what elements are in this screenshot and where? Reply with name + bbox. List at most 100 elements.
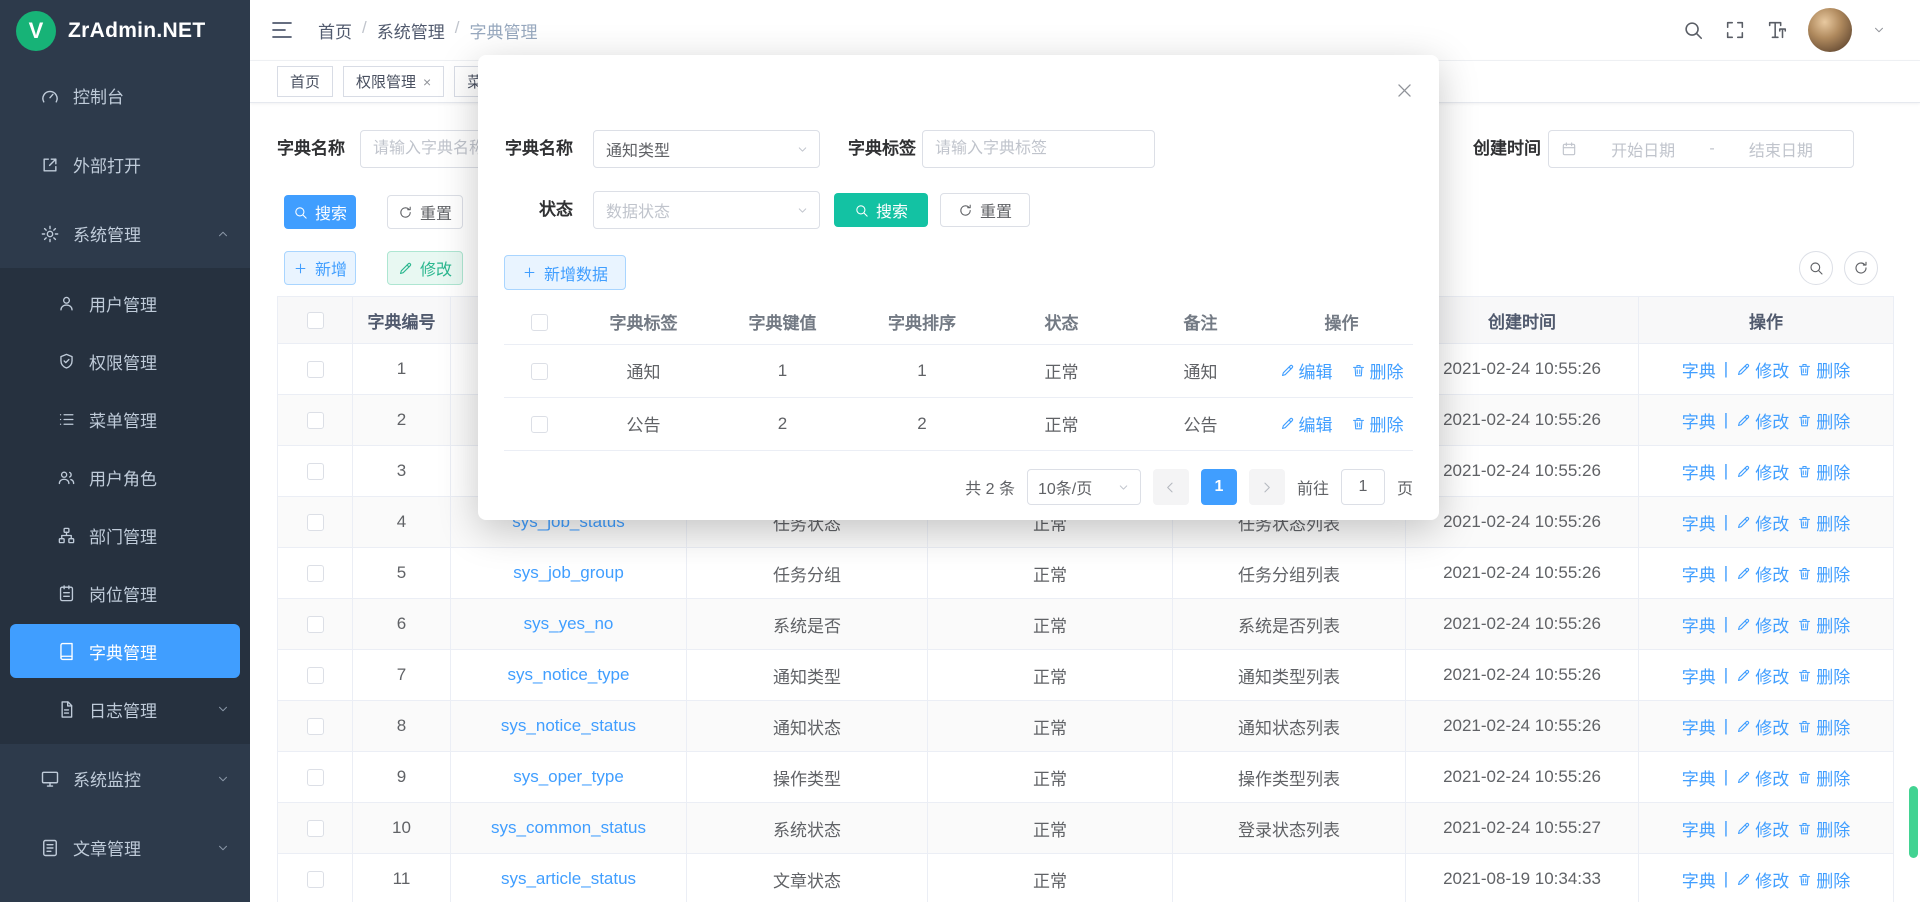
dict-data-link[interactable]: 字典 [1682, 561, 1716, 586]
edit-button[interactable]: 修改 [387, 251, 463, 285]
edit-link[interactable]: 修改 [1736, 816, 1789, 841]
add-button[interactable]: 新增 [284, 251, 356, 285]
scrollbar-thumb[interactable] [1909, 786, 1918, 858]
goto-page-input[interactable] [1341, 469, 1385, 505]
delete-link[interactable]: 删除 [1797, 867, 1850, 892]
row-checkbox[interactable] [307, 463, 324, 480]
row-checkbox[interactable] [531, 416, 548, 433]
sidebar-item-system-monitor[interactable]: 系统监控 [0, 744, 250, 813]
delete-link[interactable]: 删除 [1797, 459, 1850, 484]
user-avatar[interactable] [1808, 8, 1852, 52]
delete-link[interactable]: 删除 [1797, 357, 1850, 382]
date-range-picker[interactable]: 开始日期 - 结束日期 [1548, 130, 1854, 168]
delete-link[interactable]: 删除 [1797, 765, 1850, 790]
delete-link[interactable]: 删除 [1797, 663, 1850, 688]
sidebar-item-user-management[interactable]: 用户管理 [10, 276, 240, 330]
dict-data-link[interactable]: 字典 [1682, 867, 1716, 892]
search-button[interactable]: 搜索 [284, 195, 356, 229]
fullscreen-icon[interactable] [1724, 19, 1746, 41]
modal-reset-button[interactable]: 重置 [940, 193, 1030, 227]
close-icon[interactable] [1395, 81, 1414, 100]
dict-data-link[interactable]: 字典 [1682, 510, 1716, 535]
edit-link[interactable]: 编辑 [1280, 411, 1333, 436]
chevron-down-icon[interactable] [1872, 23, 1886, 37]
dict-data-link[interactable]: 字典 [1682, 765, 1716, 790]
next-page-button[interactable] [1249, 469, 1285, 505]
reset-button[interactable]: 重置 [387, 195, 463, 229]
edit-link[interactable]: 修改 [1736, 561, 1789, 586]
row-checkbox[interactable] [307, 514, 324, 531]
sidebar-item-menu-management[interactable]: 菜单管理 [10, 392, 240, 446]
sidebar-item-user-roles[interactable]: 用户角色 [10, 450, 240, 504]
edit-link[interactable]: 修改 [1736, 357, 1789, 382]
select-all-checkbox[interactable] [531, 314, 548, 331]
sidebar-item-department-management[interactable]: 部门管理 [10, 508, 240, 562]
row-checkbox[interactable] [307, 667, 324, 684]
status-select[interactable]: 数据状态 [593, 191, 820, 229]
sidebar-item-article-management[interactable]: 文章管理 [0, 813, 250, 882]
dict-type-link[interactable]: sys_article_status [501, 869, 636, 889]
breadcrumb-home[interactable]: 首页 [318, 18, 352, 43]
edit-link[interactable]: 修改 [1736, 459, 1789, 484]
dict-name-select[interactable]: 通知类型 [593, 130, 820, 168]
sidebar-item-permission-management[interactable]: 权限管理 [10, 334, 240, 388]
dict-data-link[interactable]: 字典 [1682, 408, 1716, 433]
edit-link[interactable]: 修改 [1736, 663, 1789, 688]
row-checkbox[interactable] [307, 412, 324, 429]
dict-tag-input[interactable] [922, 130, 1155, 168]
delete-link[interactable]: 删除 [1797, 561, 1850, 586]
dict-data-link[interactable]: 字典 [1682, 816, 1716, 841]
delete-link[interactable]: 删除 [1797, 714, 1850, 739]
delete-link[interactable]: 删除 [1797, 612, 1850, 637]
delete-link[interactable]: 删除 [1351, 411, 1404, 436]
row-checkbox[interactable] [307, 361, 324, 378]
delete-link[interactable]: 删除 [1797, 816, 1850, 841]
close-tab-icon[interactable]: × [423, 74, 431, 90]
modal-search-button[interactable]: 搜索 [834, 193, 928, 227]
toggle-search-button[interactable] [1799, 251, 1833, 285]
dict-data-link[interactable]: 字典 [1682, 612, 1716, 637]
page-size-select[interactable]: 10条/页 [1027, 469, 1141, 505]
row-checkbox[interactable] [307, 871, 324, 888]
sidebar-item-dict-management[interactable]: 字典管理 [10, 624, 240, 678]
dict-type-link[interactable]: sys_notice_status [501, 716, 636, 736]
font-size-icon[interactable] [1766, 19, 1788, 41]
row-checkbox[interactable] [307, 718, 324, 735]
tab-permission-management[interactable]: 权限管理 × [343, 66, 444, 97]
dict-type-link[interactable]: sys_notice_type [508, 665, 630, 685]
sidebar-item-log-management[interactable]: 日志管理 [10, 682, 240, 736]
dict-data-link[interactable]: 字典 [1682, 714, 1716, 739]
row-checkbox[interactable] [307, 820, 324, 837]
sidebar-item-external-open[interactable]: 外部打开 [0, 130, 250, 199]
sidebar-item-post-management[interactable]: 岗位管理 [10, 566, 240, 620]
select-all-checkbox[interactable] [307, 312, 324, 329]
tab-home[interactable]: 首页 [277, 66, 333, 97]
dict-type-link[interactable]: sys_yes_no [524, 614, 614, 634]
current-page-button[interactable]: 1 [1201, 469, 1237, 505]
delete-link[interactable]: 删除 [1797, 510, 1850, 535]
dict-type-link[interactable]: sys_common_status [491, 818, 646, 838]
edit-link[interactable]: 修改 [1736, 714, 1789, 739]
edit-link[interactable]: 修改 [1736, 867, 1789, 892]
row-checkbox[interactable] [307, 616, 324, 633]
row-checkbox[interactable] [531, 363, 548, 380]
edit-link[interactable]: 修改 [1736, 765, 1789, 790]
sidebar-item-dashboard[interactable]: 控制台 [0, 61, 250, 130]
prev-page-button[interactable] [1153, 469, 1189, 505]
delete-link[interactable]: 删除 [1351, 358, 1404, 383]
dict-data-link[interactable]: 字典 [1682, 663, 1716, 688]
add-data-button[interactable]: 新增数据 [504, 255, 626, 290]
breadcrumb-system[interactable]: 系统管理 [377, 18, 445, 43]
dict-type-link[interactable]: sys_oper_type [513, 767, 624, 787]
dict-type-link[interactable]: sys_job_group [513, 563, 624, 583]
row-checkbox[interactable] [307, 769, 324, 786]
search-icon[interactable] [1682, 19, 1704, 41]
row-checkbox[interactable] [307, 565, 324, 582]
edit-link[interactable]: 修改 [1736, 408, 1789, 433]
refresh-table-button[interactable] [1844, 251, 1878, 285]
edit-link[interactable]: 修改 [1736, 510, 1789, 535]
dict-data-link[interactable]: 字典 [1682, 459, 1716, 484]
dict-data-link[interactable]: 字典 [1682, 357, 1716, 382]
edit-link[interactable]: 编辑 [1280, 358, 1333, 383]
menu-fold-icon[interactable] [270, 18, 294, 42]
